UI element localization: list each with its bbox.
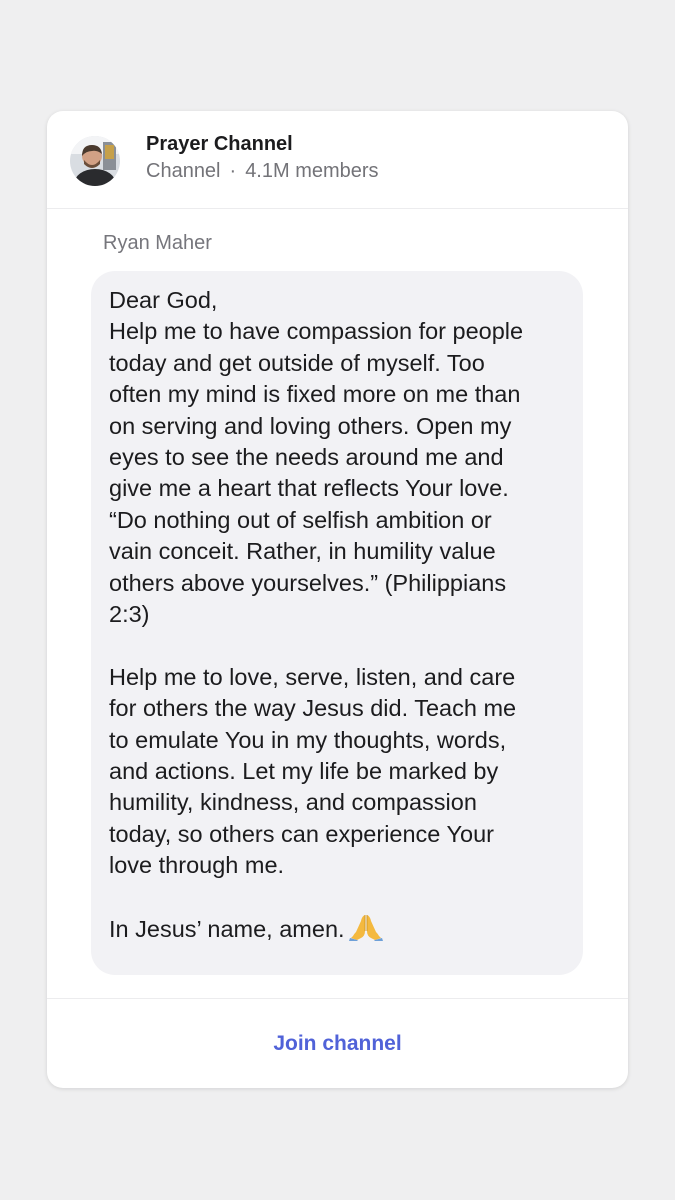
- message-line: Help me to love, serve, listen, and care: [109, 663, 516, 690]
- channel-type-label: Channel: [146, 160, 221, 182]
- message-line: today, so others can experience Your: [109, 820, 494, 847]
- channel-meta: Channel · 4.1M members: [146, 160, 379, 183]
- join-channel-button[interactable]: Join channel: [47, 999, 628, 1088]
- message-line: Help me to have compassion for people: [109, 318, 524, 345]
- message-signoff: In Jesus’ name, amen.: [109, 916, 345, 943]
- message-line: humility, kindness, and compassion: [109, 789, 477, 816]
- message-line: for others the way Jesus did. Teach me: [109, 695, 517, 722]
- paragraph-break: [109, 630, 579, 661]
- message-line: others above yourselves.” (Philippians: [109, 569, 507, 596]
- channel-name[interactable]: Prayer Channel: [146, 133, 293, 156]
- message-line: today and get outside of myself. Too: [109, 349, 485, 376]
- message-line: often my mind is fixed more on me than: [109, 381, 521, 408]
- channel-preview-card: Prayer Channel Channel · 4.1M members Ryan…: [47, 111, 628, 1088]
- meta-separator: ·: [229, 160, 237, 182]
- message-line: and actions. Let my life be marked by: [109, 758, 499, 785]
- message-line: to emulate You in my thoughts, words,: [109, 726, 507, 753]
- message-line: love through me.: [109, 852, 285, 879]
- channel-avatar: [70, 136, 120, 186]
- channel-header[interactable]: Prayer Channel Channel · 4.1M members: [47, 111, 628, 209]
- message-line: on serving and loving others. Open my: [109, 412, 512, 439]
- member-count: 4.1M members: [245, 160, 379, 182]
- paragraph-break: [109, 882, 579, 913]
- message-line: 2:3): [109, 601, 150, 628]
- message-line: “Do nothing out of selfish ambition or: [109, 506, 492, 533]
- message-line: give me a heart that reflects Your love.: [109, 475, 509, 502]
- profile-photo-avatar-icon: [70, 136, 120, 186]
- message-sender[interactable]: Ryan Maher: [103, 232, 212, 255]
- praying-hands-icon: [348, 913, 383, 949]
- message-signoff-line: In Jesus’ name, amen.: [109, 913, 579, 949]
- message-text: Dear God, Help me to have compassion for…: [109, 285, 579, 950]
- message-line: Dear God,: [109, 287, 218, 313]
- message-line: vain conceit. Rather, in humility value: [109, 538, 496, 565]
- message-bubble[interactable]: Dear God, Help me to have compassion for…: [91, 271, 583, 975]
- message-line: eyes to see the needs around me and: [109, 444, 504, 471]
